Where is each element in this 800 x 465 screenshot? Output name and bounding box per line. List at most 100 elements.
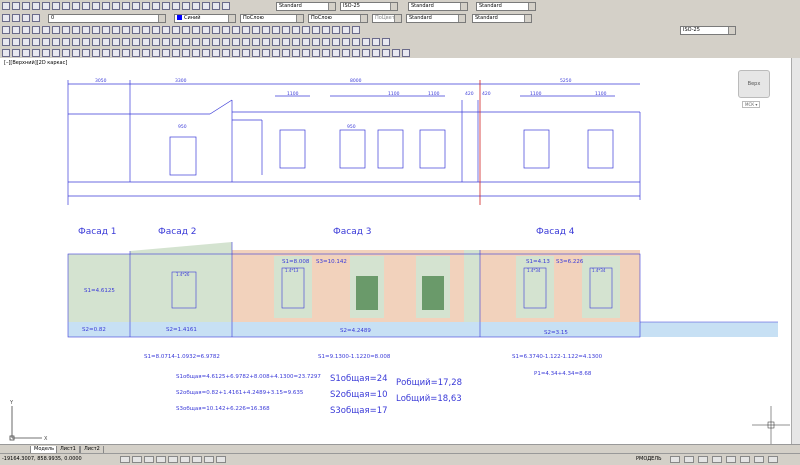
polar-toggle[interactable]	[156, 456, 166, 463]
circle-icon[interactable]	[62, 26, 70, 34]
lights-icon[interactable]	[62, 49, 70, 57]
view-back-icon[interactable]	[352, 38, 360, 46]
layer-tools[interactable]	[2, 14, 40, 22]
group-icon[interactable]	[132, 49, 140, 57]
xline-icon[interactable]	[12, 26, 20, 34]
extend-icon[interactable]	[272, 26, 280, 34]
spell-icon[interactable]	[222, 49, 230, 57]
match-prop-icon[interactable]	[92, 2, 100, 10]
union-icon[interactable]	[352, 49, 360, 57]
dimstyle2-select[interactable]: ISO-25	[680, 26, 736, 35]
trim-icon[interactable]	[262, 26, 270, 34]
linear-dim-icon[interactable]	[332, 26, 340, 34]
pan-status-icon[interactable]	[684, 456, 694, 463]
save-icon[interactable]	[22, 2, 30, 10]
radius-dim-icon[interactable]	[352, 26, 360, 34]
stretch-icon[interactable]	[252, 26, 260, 34]
zoom-icon[interactable]	[132, 2, 140, 10]
ucs-zaxis-icon[interactable]	[242, 38, 250, 46]
layout-icon[interactable]	[82, 49, 90, 57]
markup-icon[interactable]	[202, 2, 210, 10]
extension-icon[interactable]	[62, 38, 70, 46]
scale-icon[interactable]	[242, 26, 250, 34]
layer-select[interactable]: 0	[48, 14, 166, 23]
zoom-window-icon[interactable]	[142, 2, 150, 10]
layer-state-icon[interactable]	[12, 14, 20, 22]
field-icon[interactable]	[202, 49, 210, 57]
quick-view-icon[interactable]	[670, 456, 680, 463]
materials-icon[interactable]	[72, 49, 80, 57]
draworder-icon[interactable]	[152, 49, 160, 57]
ucs-apply-icon[interactable]	[292, 38, 300, 46]
cut-icon[interactable]	[62, 2, 70, 10]
scale-text-icon[interactable]	[232, 49, 240, 57]
none-snap-icon[interactable]	[152, 38, 160, 46]
insert-block-icon[interactable]	[92, 26, 100, 34]
viewport-icon[interactable]	[92, 49, 100, 57]
zoom-status-icon[interactable]	[698, 456, 708, 463]
pan-icon[interactable]	[122, 2, 130, 10]
arc-icon[interactable]	[52, 26, 60, 34]
table-icon[interactable]	[152, 26, 160, 34]
pline-icon[interactable]	[22, 26, 30, 34]
clip-icon[interactable]	[112, 49, 120, 57]
render-icon[interactable]	[52, 49, 60, 57]
solid-cyl-icon[interactable]	[292, 49, 300, 57]
solid-box-icon[interactable]	[272, 49, 280, 57]
redo-icon[interactable]	[112, 2, 120, 10]
open-icon[interactable]	[12, 2, 20, 10]
osnap-tools[interactable]	[2, 38, 390, 46]
calc-icon[interactable]	[212, 2, 220, 10]
lwt-toggle[interactable]	[216, 456, 226, 463]
tablestyle-select[interactable]: Standard	[408, 2, 468, 11]
chamfer-icon[interactable]	[302, 26, 310, 34]
dyn-toggle[interactable]	[204, 456, 214, 463]
break-icon[interactable]	[282, 26, 290, 34]
refedit-icon[interactable]	[122, 49, 130, 57]
massprop-icon[interactable]	[22, 49, 30, 57]
justify-icon[interactable]	[242, 49, 250, 57]
viewcube[interactable]: Верх	[738, 70, 770, 98]
ucs-prev-icon[interactable]	[192, 38, 200, 46]
erase-icon[interactable]	[172, 26, 180, 34]
ucs-object-icon[interactable]	[212, 38, 220, 46]
ucs-view-icon[interactable]	[222, 38, 230, 46]
dim-update-icon[interactable]	[262, 49, 270, 57]
snap-toggle[interactable]	[120, 456, 130, 463]
hatch-back-icon[interactable]	[192, 49, 200, 57]
viewport-label[interactable]: [–][Верхний][2D каркас]	[4, 60, 67, 66]
otrack-toggle[interactable]	[180, 456, 190, 463]
rotate-icon[interactable]	[232, 26, 240, 34]
osnap-settings-icon[interactable]	[162, 38, 170, 46]
help-icon[interactable]	[222, 2, 230, 10]
view-front-icon[interactable]	[342, 38, 350, 46]
steering-wheel-icon[interactable]	[712, 456, 722, 463]
temp-track-icon[interactable]	[2, 38, 10, 46]
midpoint-icon[interactable]	[32, 38, 40, 46]
array-icon[interactable]	[212, 26, 220, 34]
dim-edit-icon[interactable]	[252, 49, 260, 57]
bring-front-icon[interactable]	[162, 49, 170, 57]
ucs-y-icon[interactable]	[272, 38, 280, 46]
extrude-icon[interactable]	[332, 49, 340, 57]
textstyle2-select[interactable]: Standard	[406, 14, 466, 23]
sheet-set-icon[interactable]	[192, 2, 200, 10]
ortho-toggle[interactable]	[144, 456, 154, 463]
walk-icon[interactable]	[382, 38, 390, 46]
center-icon[interactable]	[72, 38, 80, 46]
intersect-icon[interactable]	[372, 49, 380, 57]
textstyle-select[interactable]: Standard	[276, 2, 336, 11]
text-front-icon[interactable]	[182, 49, 190, 57]
ucs-x-icon[interactable]	[262, 38, 270, 46]
undo-icon[interactable]	[102, 2, 110, 10]
ducs-toggle[interactable]	[192, 456, 202, 463]
section-icon[interactable]	[392, 49, 400, 57]
properties-icon[interactable]	[162, 2, 170, 10]
modify-tools[interactable]	[2, 49, 410, 57]
dist-icon[interactable]	[2, 49, 10, 57]
intersection-icon[interactable]	[42, 38, 50, 46]
tangent-icon[interactable]	[92, 38, 100, 46]
ungroup-icon[interactable]	[142, 49, 150, 57]
ucs-face-icon[interactable]	[202, 38, 210, 46]
color-select[interactable]: Синий	[174, 14, 236, 23]
